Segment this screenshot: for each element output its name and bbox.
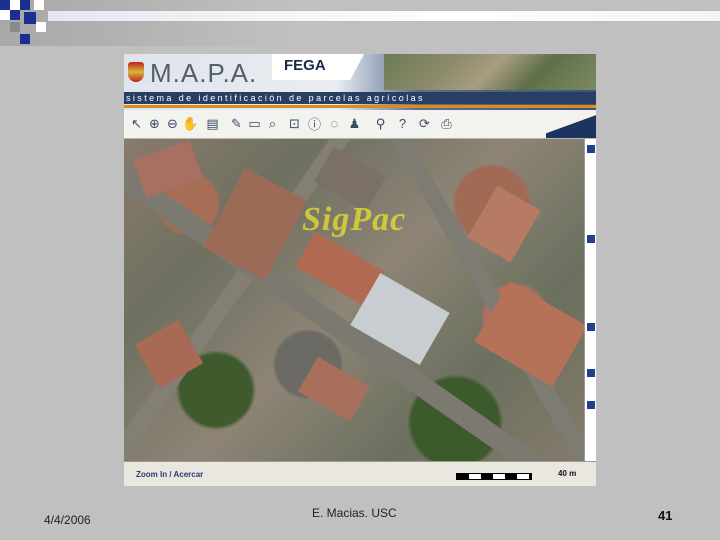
sigpac-watermark: SigPac bbox=[302, 201, 407, 238]
select-icon[interactable]: ⊡ bbox=[286, 115, 303, 132]
slide-author: E. Macias. USC bbox=[312, 506, 397, 520]
side-panel bbox=[584, 139, 596, 461]
help-icon[interactable]: ? bbox=[394, 115, 411, 132]
side-panel-button[interactable] bbox=[587, 401, 595, 409]
tool-mode-label: Zoom In / Acercar bbox=[136, 470, 204, 479]
status-bar: Zoom In / Acercar 40 m bbox=[124, 461, 596, 486]
refresh-icon[interactable]: ⟳ bbox=[416, 115, 433, 132]
scale-label: 40 m bbox=[558, 469, 577, 478]
layers-icon[interactable]: ▤ bbox=[204, 115, 221, 132]
toolbar-corner bbox=[546, 110, 596, 138]
info-icon[interactable]: ⓘ bbox=[306, 115, 323, 132]
decor-square bbox=[20, 0, 30, 10]
decor-square bbox=[10, 22, 20, 32]
pan-icon[interactable]: ✋ bbox=[182, 115, 199, 132]
binoculars-icon[interactable]: ⚲ bbox=[372, 115, 389, 132]
slide-title-line bbox=[48, 11, 720, 21]
clear-icon[interactable]: ◌ bbox=[326, 115, 343, 132]
zoom-out-icon[interactable]: ⊖ bbox=[164, 115, 181, 132]
map-building bbox=[134, 319, 204, 389]
decor-square bbox=[0, 10, 10, 20]
search-parcel-icon[interactable]: ⌕ bbox=[264, 115, 281, 132]
header-aerial-strip bbox=[384, 54, 596, 90]
header-accent-line bbox=[124, 105, 596, 108]
map-building bbox=[474, 281, 588, 387]
side-panel-button[interactable] bbox=[587, 235, 595, 243]
decor-square bbox=[36, 22, 46, 32]
map-building bbox=[202, 167, 308, 281]
full-extent-icon[interactable]: ▭ bbox=[246, 115, 263, 132]
decor-square bbox=[10, 0, 20, 10]
print-icon[interactable]: ⎙ bbox=[438, 115, 455, 132]
scale-bar bbox=[456, 473, 532, 480]
decor-square bbox=[0, 0, 10, 10]
map-building bbox=[132, 139, 204, 199]
slide-date: 4/4/2006 bbox=[44, 513, 91, 527]
slide-number: 41 bbox=[658, 508, 673, 523]
pointer-icon[interactable]: ↖ bbox=[128, 115, 145, 132]
measure-icon[interactable]: ✎ bbox=[228, 115, 245, 132]
zoom-in-icon[interactable]: ⊕ bbox=[146, 115, 163, 132]
fega-label: FEGA bbox=[284, 57, 326, 74]
decor-square bbox=[20, 34, 30, 44]
slide-top-band bbox=[0, 0, 720, 46]
app-header: M.A.P.A. FEGA Ministerio de Agricultura,… bbox=[124, 54, 596, 110]
spain-crest-icon bbox=[128, 62, 144, 82]
user-icon[interactable]: ♟ bbox=[346, 115, 363, 132]
ministry-text: Ministerio de Agricultura, Pesca y Alime… bbox=[126, 84, 272, 91]
decor-square bbox=[10, 10, 20, 20]
map-building bbox=[298, 356, 370, 422]
map-toolbar: ↖ ⊕ ⊖ ✋ ▤ ✎ ▭ ⌕ ⊡ ⓘ ◌ ♟ ⚲ ? ⟳ ⎙ bbox=[124, 110, 596, 139]
aerial-map[interactable]: SigPac bbox=[124, 139, 588, 461]
map-building bbox=[467, 185, 541, 263]
side-panel-button[interactable] bbox=[587, 369, 595, 377]
decor-square bbox=[34, 0, 44, 10]
side-panel-button[interactable] bbox=[587, 145, 595, 153]
decor-square bbox=[24, 12, 36, 24]
side-panel-button[interactable] bbox=[587, 323, 595, 331]
system-name: sistema de identificación de parcelas ag… bbox=[126, 93, 425, 103]
sigpac-window: M.A.P.A. FEGA Ministerio de Agricultura,… bbox=[124, 54, 596, 486]
